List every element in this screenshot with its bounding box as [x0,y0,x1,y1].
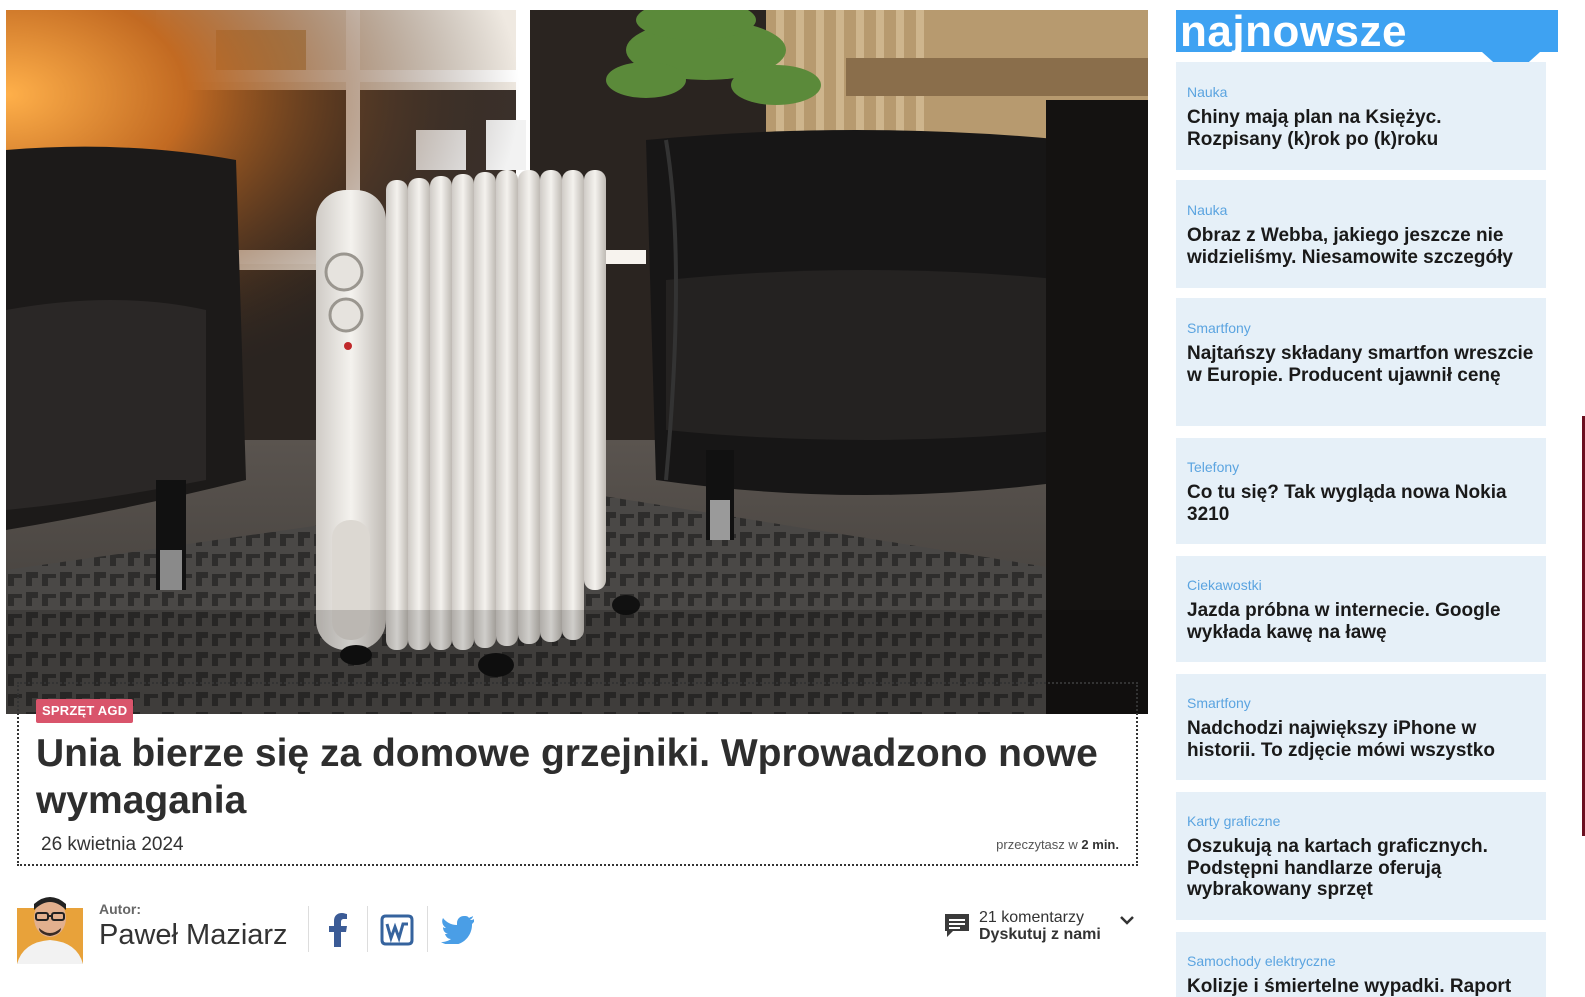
divider [367,906,368,952]
news-item[interactable]: Nauka Chiny mają plan na Księżyc. Rozpis… [1176,62,1546,170]
divider [427,906,428,952]
news-title[interactable]: Nadchodzi największy iPhone w historii. … [1187,718,1537,761]
news-category[interactable]: Nauka [1187,202,1227,218]
read-time: przeczytasz w 2 min. [996,837,1119,852]
news-title[interactable]: Chiny mają plan na Księżyc. Rozpisany (k… [1187,107,1537,150]
author-label: Autor: [99,901,141,917]
read-time-value: 2 min. [1081,837,1119,852]
news-category[interactable]: Telefony [1187,459,1239,475]
news-category[interactable]: Samochody elektryczne [1187,953,1336,969]
news-category[interactable]: Karty graficzne [1187,813,1280,829]
news-title[interactable]: Kolizje i śmiertelne wypadki. Raport [1187,976,1537,997]
news-category[interactable]: Nauka [1187,84,1227,100]
news-item[interactable]: Smartfony Nadchodzi największy iPhone w … [1176,674,1546,780]
divider [308,906,309,952]
twitter-icon[interactable] [437,910,477,950]
comments-cta: Dyskutuj z nami [979,926,1101,943]
news-item[interactable]: Samochody elektryczne Kolizje i śmiertel… [1176,932,1546,997]
sidebar-header: najnowsze [1176,7,1558,56]
news-item[interactable]: Karty graficzne Oszukują na kartach graf… [1176,792,1546,920]
comments-button[interactable]: 21 komentarzy Dyskutuj z nami [943,908,1139,948]
news-item[interactable]: Nauka Obraz z Webba, jakiego jeszcze nie… [1176,180,1546,288]
author-bar: Autor: Paweł Maziarz 21 komentarzy Dysku… [17,886,1138,966]
news-item[interactable]: Smartfony Najtańszy składany smartfon wr… [1176,298,1546,426]
wykop-icon[interactable] [377,910,417,950]
article-date: 26 kwietnia 2024 [41,834,184,855]
news-title[interactable]: Jazda próbna w internecie. Google wykład… [1187,600,1537,643]
news-category[interactable]: Ciekawostki [1187,577,1262,593]
news-item[interactable]: Ciekawostki Jazda próbna w internecie. G… [1176,556,1546,662]
article-title: Unia bierze się za domowe grzejniki. Wpr… [36,732,1098,822]
facebook-icon[interactable] [318,910,358,950]
author-avatar[interactable] [17,888,83,964]
news-category[interactable]: Smartfony [1187,695,1251,711]
news-title[interactable]: Najtańszy składany smartfon wreszcie w E… [1187,343,1537,386]
sidebar-latest: najnowsze Nauka Chiny mają plan na Księż… [1176,7,1558,997]
news-category[interactable]: Smartfony [1187,320,1251,336]
read-time-prefix: przeczytasz w [996,837,1078,852]
chevron-down-icon [1120,916,1134,925]
news-title[interactable]: Oszukują na kartach graficznych. Podstęp… [1187,836,1537,901]
news-item[interactable]: Telefony Co tu się? Tak wygląda nowa Nok… [1176,438,1546,544]
news-title[interactable]: Co tu się? Tak wygląda nowa Nokia 3210 [1187,482,1537,525]
category-badge[interactable]: SPRZĘT AGD [36,699,134,723]
author-name[interactable]: Paweł Maziarz [99,919,288,952]
comment-icon [945,914,969,937]
news-title[interactable]: Obraz z Webba, jakiego jeszcze nie widzi… [1187,225,1537,268]
comments-count: 21 komentarzy [979,909,1084,926]
article-hero-image [6,10,1148,714]
sidebar-header-title: najnowsze [1180,7,1407,56]
